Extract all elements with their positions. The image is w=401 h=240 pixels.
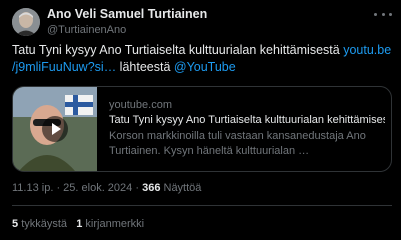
views-label: Näyttöä [163,182,202,194]
author-name[interactable]: Ano Veli Samuel Turtiainen [47,7,207,21]
tweet-text: Tatu Tyni kysyy Ano Turtiaiselta kulttuu… [12,42,392,76]
tweet: Ano Veli Samuel Turtiainen @TurtiainenAn… [0,0,401,240]
card-domain: youtube.com [109,99,172,111]
tweet-text-middle: lähteestä [116,60,174,74]
tweet-meta: 11.13 ip. · 25. elok. 2024 · 366 Näyttöä [12,182,201,194]
divider [12,205,392,206]
meta-separator: · [53,182,64,194]
ellipsis-icon[interactable] [374,7,392,21]
tweet-date[interactable]: 25. elok. 2024 [63,182,132,194]
video-thumbnail[interactable] [13,87,97,171]
tweet-text-start: Tatu Tyni kysyy Ano Turtiaiselta kulttuu… [12,43,344,57]
engagement-stats: 5 tykkäystä 1 kirjanmerkki [12,218,144,230]
profile-photo-icon [12,8,40,36]
bookmarks-label: kirjanmerkki [85,218,145,230]
likes-count: 5 [12,218,19,230]
views-count: 366 [142,182,161,194]
card-description: Korson markkinoilla tuli vastaan kansane… [109,130,366,157]
play-icon[interactable] [42,116,68,142]
meta-separator: · [132,182,143,194]
link-preview-card[interactable]: youtube.com Tatu Tyni kysyy Ano Turtiais… [12,86,392,172]
author-handle[interactable]: @TurtiainenAno [47,24,126,36]
author-avatar[interactable] [12,8,40,36]
bookmarks-stat[interactable]: 1 kirjanmerkki [76,218,144,230]
likes-stat[interactable]: 5 tykkäystä [12,218,67,230]
mention-link[interactable]: @YouTube [174,60,236,74]
likes-label: tykkäystä [21,218,68,230]
bookmarks-count: 1 [76,218,83,230]
tweet-time[interactable]: 11.13 ip. [12,182,53,194]
card-title: Tatu Tyni kysyy Ano Turtiaiselta kulttuu… [109,114,385,126]
